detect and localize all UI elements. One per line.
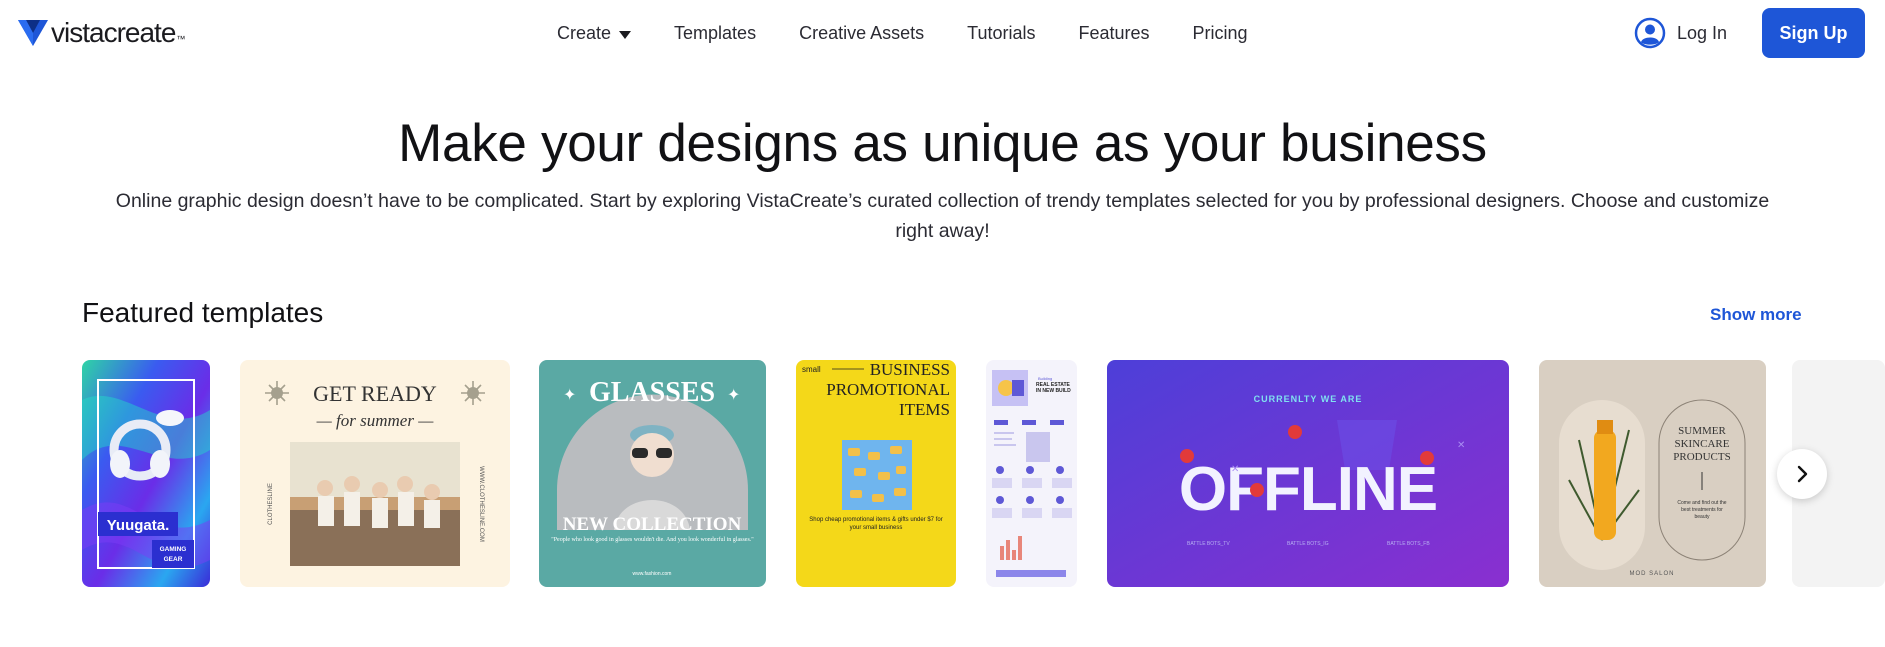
card2-text-right: WWW.CLOTHESLINE.COM bbox=[478, 466, 484, 542]
card6-text-ig: BATTLE BOTS_IG bbox=[1287, 541, 1329, 547]
card7-text-summer: SUMMER bbox=[1678, 425, 1726, 437]
template-get-ready-art: GET READY — for summer — CLOTHESLINE WWW… bbox=[240, 360, 510, 587]
card2-text-left: CLOTHESLINE bbox=[268, 483, 274, 525]
card7-text-products: PRODUCTS bbox=[1673, 451, 1730, 463]
template-skincare-art: SUMMER SKINCARE PRODUCTS Come and find o… bbox=[1539, 360, 1766, 587]
card4-text-business: BUSINESS bbox=[870, 360, 950, 379]
logo-trademark: ™ bbox=[176, 34, 186, 44]
card4-text-promotional: PROMOTIONAL bbox=[826, 380, 950, 399]
nav-create-label: Create bbox=[557, 23, 612, 43]
card1-text-gaming: GAMING bbox=[160, 546, 187, 553]
template-real-estate-art: Building REAL ESTATE IN NEW BUILD bbox=[986, 360, 1077, 587]
card6-text-currently: CURRENLTY WE ARE bbox=[1254, 394, 1363, 404]
card3-text-title: GLASSES bbox=[589, 377, 715, 408]
card1-text-brand: Yuugata. bbox=[107, 517, 170, 534]
card3-text-quote: "People who look good in glasses wouldn'… bbox=[551, 537, 754, 543]
card6-text-fb: BATTLE BOTS_FB bbox=[1387, 541, 1430, 547]
nav-pricing[interactable]: Pricing bbox=[1193, 23, 1248, 44]
card7-text-salon: MOD SALON bbox=[1629, 571, 1674, 577]
template-offline-art: CURRENLTY WE ARE OFFLINE ✕ ✕ BATTLE BOTS_… bbox=[1107, 360, 1509, 587]
login-label: Log In bbox=[1677, 22, 1728, 43]
main-nav: Create Templates Creative Assets Tutoria… bbox=[557, 23, 1291, 44]
logo-text: vistacreate bbox=[51, 17, 176, 48]
featured-templates-title: Featured templates bbox=[82, 297, 324, 328]
carousel-next-button[interactable] bbox=[1777, 449, 1827, 499]
signup-button[interactable]: Sign Up bbox=[1762, 8, 1865, 58]
card5-text-label: Building bbox=[1038, 376, 1052, 381]
card3-text-sub: NEW COLLECTION bbox=[563, 514, 742, 535]
site-header: vistacreate ™ Create Templates Creative … bbox=[0, 0, 1885, 68]
nav-templates[interactable]: Templates bbox=[674, 23, 756, 44]
template-card-offline[interactable]: CURRENLTY WE ARE OFFLINE ✕ ✕ BATTLE BOTS_… bbox=[1107, 360, 1509, 587]
card7-text-skincare: SKINCARE bbox=[1674, 438, 1729, 450]
card2-text-title: GET READY bbox=[313, 381, 437, 406]
template-glasses-art: GLASSES ✦ ✦ NEW COLLECTION "People who l… bbox=[539, 360, 766, 587]
svg-text:✕: ✕ bbox=[1457, 440, 1465, 451]
card4-text-desc: Shop cheap promotional items & gifts und… bbox=[809, 517, 943, 531]
template-card-yuugata[interactable]: Yuugata. GAMING GEAR bbox=[82, 360, 210, 587]
vistacreate-logo[interactable]: vistacreate ™ bbox=[18, 17, 185, 49]
template-card-business-promo[interactable]: small BUSINESS PROMOTIONAL ITEMS Shop ch… bbox=[796, 360, 956, 587]
nav-creative-assets[interactable]: Creative Assets bbox=[799, 23, 924, 44]
card6-text-offline: OFFLINE bbox=[1179, 455, 1437, 524]
template-business-promo-art: small BUSINESS PROMOTIONAL ITEMS Shop ch… bbox=[796, 360, 956, 587]
svg-text:✦: ✦ bbox=[727, 385, 740, 404]
card7-text-desc: Come and find out the best treatments fo… bbox=[1677, 500, 1727, 520]
svg-text:✕: ✕ bbox=[1231, 464, 1239, 475]
template-card-real-estate[interactable]: Building REAL ESTATE IN NEW BUILD bbox=[986, 360, 1077, 587]
caret-down-icon bbox=[619, 30, 632, 39]
nav-create[interactable]: Create bbox=[557, 23, 632, 44]
card6-text-tv: BATTLE BOTS_TV bbox=[1187, 541, 1230, 547]
template-card-skincare[interactable]: SUMMER SKINCARE PRODUCTS Come and find o… bbox=[1539, 360, 1766, 587]
card3-text-url: www.fashion.com bbox=[633, 571, 672, 577]
card1-text-gear: GEAR bbox=[164, 556, 183, 563]
template-yuugata-art: Yuugata. GAMING GEAR bbox=[82, 360, 210, 587]
show-more-link[interactable]: Show more bbox=[1710, 305, 1802, 325]
hero-title: Make your designs as unique as your busi… bbox=[398, 114, 1487, 173]
template-card-glasses[interactable]: GLASSES ✦ ✦ NEW COLLECTION "People who l… bbox=[539, 360, 766, 587]
template-card-get-ready[interactable]: GET READY — for summer — CLOTHESLINE WWW… bbox=[240, 360, 510, 587]
card4-text-items: ITEMS bbox=[899, 400, 950, 419]
nav-tutorials[interactable]: Tutorials bbox=[967, 23, 1035, 44]
card5-text-title: REAL ESTATE IN NEW BUILD bbox=[1036, 382, 1071, 394]
nav-features[interactable]: Features bbox=[1079, 23, 1150, 44]
hero-subtitle: Online graphic design doesn’t have to be… bbox=[115, 190, 1770, 242]
chevron-right-icon bbox=[1797, 465, 1808, 483]
card2-text-sub: — for summer — bbox=[316, 411, 435, 430]
card4-text-small: small bbox=[802, 365, 821, 374]
logo-icon bbox=[18, 20, 48, 46]
login-link[interactable]: Log In bbox=[1634, 17, 1727, 49]
svg-text:✦: ✦ bbox=[563, 385, 576, 404]
user-icon bbox=[1634, 17, 1666, 49]
